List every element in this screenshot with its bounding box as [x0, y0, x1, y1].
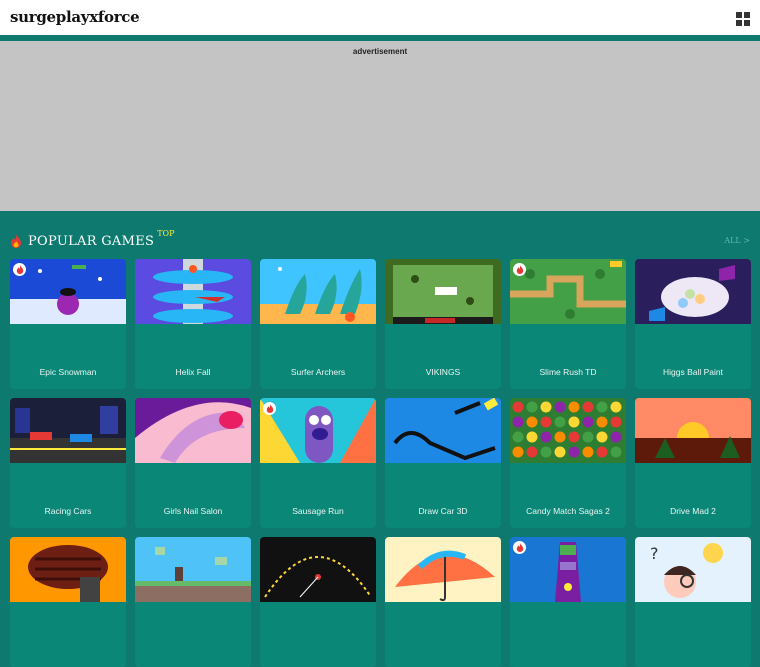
game-thumbnail[interactable]: [510, 398, 626, 463]
grid-menu-icon[interactable]: [736, 12, 750, 26]
game-card[interactable]: VIKINGS: [385, 259, 501, 389]
game-card[interactable]: Candy Match Sagas 2: [510, 398, 626, 528]
game-title[interactable]: Sausage Run: [260, 506, 376, 516]
game-card[interactable]: [260, 537, 376, 667]
game-card[interactable]: Sausage Run: [260, 398, 376, 528]
game-card[interactable]: Higgs Ball Paint: [635, 259, 751, 389]
game-thumbnail[interactable]: [635, 398, 751, 463]
game-card[interactable]: Girls Nail Salon: [135, 398, 251, 528]
game-title[interactable]: Slime Rush TD: [510, 367, 626, 377]
game-thumbnail[interactable]: [510, 259, 626, 324]
game-card[interactable]: Surfer Archers: [260, 259, 376, 389]
game-title[interactable]: VIKINGS: [385, 367, 501, 377]
game-card[interactable]: Drive Mad 2: [635, 398, 751, 528]
game-title[interactable]: Drive Mad 2: [635, 506, 751, 516]
game-thumbnail[interactable]: [385, 537, 501, 602]
game-title[interactable]: Candy Match Sagas 2: [510, 506, 626, 516]
advertisement-banner: advertisement: [0, 41, 760, 211]
game-thumbnail[interactable]: [10, 537, 126, 602]
popular-games-section: POPULAR GAMES TOP ALL > Epic Snowman Heli…: [0, 211, 760, 667]
hot-flame-icon: [513, 541, 526, 554]
game-title[interactable]: Girls Nail Salon: [135, 506, 251, 516]
game-thumbnail[interactable]: [510, 537, 626, 602]
game-thumbnail[interactable]: [260, 537, 376, 602]
all-games-link[interactable]: ALL >: [724, 236, 750, 245]
game-thumbnail[interactable]: [385, 398, 501, 463]
game-thumbnail[interactable]: [385, 259, 501, 324]
game-title[interactable]: Helix Fall: [135, 367, 251, 377]
hot-flame-icon: [13, 263, 26, 276]
game-card[interactable]: Draw Car 3D: [385, 398, 501, 528]
svg-text:?: ?: [650, 544, 659, 563]
game-title[interactable]: Higgs Ball Paint: [635, 367, 751, 377]
section-title: POPULAR GAMES: [28, 233, 155, 249]
game-title[interactable]: Epic Snowman: [10, 367, 126, 377]
game-title[interactable]: Draw Car 3D: [385, 506, 501, 516]
hot-flame-icon: [263, 402, 276, 415]
game-card[interactable]: Slime Rush TD: [510, 259, 626, 389]
advertisement-label: advertisement: [352, 47, 408, 56]
game-thumbnail[interactable]: [135, 537, 251, 602]
game-thumbnail[interactable]: [260, 398, 376, 463]
game-card[interactable]: ?: [635, 537, 751, 667]
fire-icon: [10, 234, 22, 248]
section-header: POPULAR GAMES TOP: [10, 228, 175, 251]
game-thumbnail[interactable]: ?: [635, 537, 751, 602]
game-card[interactable]: Racing Cars: [10, 398, 126, 528]
game-card[interactable]: Epic Snowman: [10, 259, 126, 389]
game-thumbnail[interactable]: [10, 398, 126, 463]
game-card[interactable]: [510, 537, 626, 667]
game-card[interactable]: [10, 537, 126, 667]
game-thumbnail[interactable]: [135, 398, 251, 463]
site-header: surgeplayxforce: [0, 0, 760, 38]
game-card[interactable]: [135, 537, 251, 667]
game-thumbnail[interactable]: [10, 259, 126, 324]
game-thumbnail[interactable]: [635, 259, 751, 324]
game-title[interactable]: Racing Cars: [10, 506, 126, 516]
game-card[interactable]: Helix Fall: [135, 259, 251, 389]
top-badge: TOP: [157, 228, 175, 238]
game-thumbnail[interactable]: [135, 259, 251, 324]
game-card[interactable]: [385, 537, 501, 667]
game-title[interactable]: Surfer Archers: [260, 367, 376, 377]
game-thumbnail[interactable]: [260, 259, 376, 324]
site-logo[interactable]: surgeplayxforce: [10, 8, 140, 26]
hot-flame-icon: [513, 263, 526, 276]
